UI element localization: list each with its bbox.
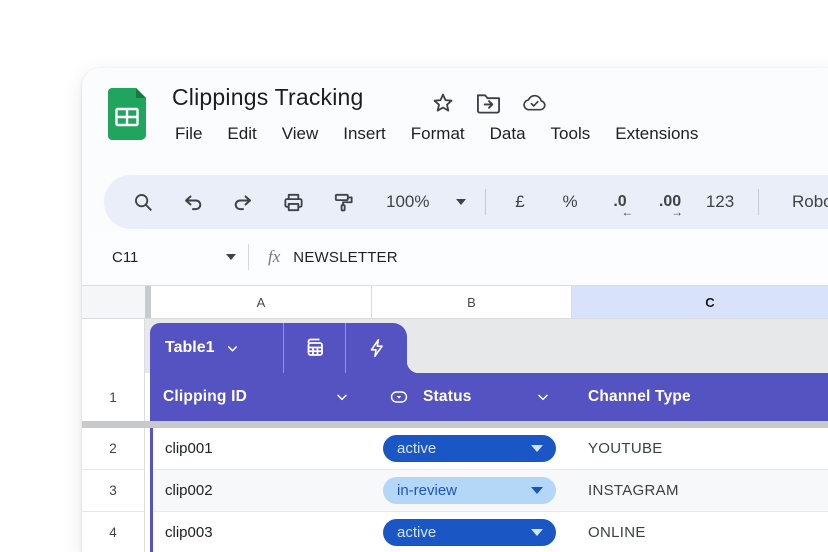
table-tab: Table1	[150, 323, 407, 373]
cell-status: active	[372, 428, 572, 470]
currency-format-button[interactable]: £	[495, 182, 545, 222]
menu-data[interactable]: Data	[490, 121, 526, 147]
table-views-icon	[302, 335, 328, 361]
google-sheets-logo[interactable]	[108, 88, 146, 140]
increase-decimal-button[interactable]: .00→	[645, 182, 695, 222]
header-status[interactable]: Status	[423, 373, 472, 421]
undo-icon[interactable]	[168, 182, 218, 222]
row-number-4[interactable]: 4	[82, 512, 145, 552]
chevron-down-icon	[456, 199, 466, 205]
cell-clipping-id[interactable]: clip001	[153, 428, 372, 470]
chevron-down-icon	[226, 254, 236, 260]
select-all-corner[interactable]	[82, 286, 145, 318]
zoom-control[interactable]: 100%	[380, 192, 472, 212]
table-row: 2 clip001 active YOUTUBE	[82, 428, 828, 470]
row-number-1[interactable]: 1	[82, 373, 145, 421]
status-dropdown-chip[interactable]: active	[383, 435, 556, 462]
formula-bar-divider	[248, 244, 249, 270]
row-gutter-cell	[82, 319, 145, 373]
toolbar-divider	[485, 189, 486, 215]
menu-view[interactable]: View	[282, 121, 319, 147]
arrow-right-icon: →	[671, 205, 683, 219]
quick-actions-button[interactable]	[346, 323, 407, 373]
document-title[interactable]: Clippings Tracking	[172, 84, 364, 111]
header-channel-type[interactable]: Channel Type	[588, 373, 691, 421]
status-dropdown-chip[interactable]: active	[383, 519, 556, 546]
chevron-down-icon	[531, 487, 543, 494]
cell-clipping-id[interactable]: clip003	[153, 512, 372, 552]
move-to-folder-icon[interactable]	[476, 90, 501, 115]
table-views-button[interactable]	[284, 323, 345, 373]
cell-status: in-review	[372, 470, 572, 512]
row-number-2[interactable]: 2	[82, 428, 145, 470]
chevron-down-icon	[531, 529, 543, 536]
spreadsheet-grid: A B C Table1	[82, 285, 828, 552]
formula-input[interactable]: NEWSLETTER	[293, 249, 398, 266]
active-cell-reference: C11	[112, 249, 138, 266]
cloud-saved-icon[interactable]	[522, 90, 547, 115]
search-icon[interactable]	[118, 182, 168, 222]
cell-channel-type[interactable]: INSTAGRAM	[572, 470, 828, 512]
menu-extensions[interactable]: Extensions	[615, 121, 698, 147]
menu-tools[interactable]: Tools	[551, 121, 591, 147]
column-header-b[interactable]: B	[372, 286, 572, 318]
arrow-left-icon: ←	[621, 205, 633, 219]
number-format-button[interactable]: 123	[695, 182, 745, 222]
row-number-3[interactable]: 3	[82, 470, 145, 512]
font-selector[interactable]: Robo	[792, 192, 828, 212]
menu-file[interactable]: File	[175, 121, 202, 147]
menu-insert[interactable]: Insert	[343, 121, 386, 147]
menu-edit[interactable]: Edit	[227, 121, 256, 147]
decrease-decimal-button[interactable]: .0←	[595, 182, 645, 222]
print-icon[interactable]	[268, 182, 318, 222]
table-row: 3 clip002 in-review INSTAGRAM	[82, 470, 828, 512]
cell-channel-type[interactable]: ONLINE	[572, 512, 828, 552]
fx-icon: fx	[268, 247, 280, 267]
cell-status: active	[372, 512, 572, 552]
table-row: 4 clip003 active ONLINE	[82, 512, 828, 552]
chevron-down-icon	[225, 341, 240, 356]
toolbar: 100% £ % .0← .00→ 123 Robo	[104, 175, 828, 229]
table-name-menu[interactable]: Table1	[150, 339, 283, 357]
frozen-row-divider[interactable]	[82, 421, 828, 428]
table-tab-row: Table1	[82, 319, 828, 373]
table-header-row: 1 Clipping ID Status Channel Type	[82, 373, 828, 421]
column-header-c-selected[interactable]: C	[572, 286, 828, 318]
redo-icon[interactable]	[218, 182, 268, 222]
header-clipping-id[interactable]: Clipping ID	[163, 373, 247, 421]
column-a-dropdown-icon[interactable]	[334, 389, 350, 405]
percent-format-button[interactable]: %	[545, 182, 595, 222]
lightning-bolt-icon	[366, 336, 388, 360]
zoom-value: 100%	[386, 192, 429, 212]
table-name: Table1	[165, 339, 215, 357]
toolbar-divider	[758, 189, 759, 215]
formula-bar: C11 fx NEWSLETTER	[82, 232, 828, 282]
chevron-down-icon	[531, 445, 543, 452]
cell-name-box[interactable]: C11	[112, 249, 236, 266]
dropdown-chip-icon	[388, 387, 410, 407]
cell-clipping-id[interactable]: clip002	[153, 470, 372, 512]
star-icon[interactable]	[430, 90, 455, 115]
sheets-window: Clippings Tracking File Edit View Insert…	[82, 68, 828, 552]
table-header-bar: Clipping ID Status Channel Type	[150, 373, 828, 421]
paint-format-icon[interactable]	[318, 182, 368, 222]
column-header-a[interactable]: A	[151, 286, 372, 318]
menu-bar: File Edit View Insert Format Data Tools …	[175, 121, 698, 147]
column-header-row: A B C	[82, 286, 828, 319]
status-dropdown-chip[interactable]: in-review	[383, 477, 556, 504]
cell-channel-type[interactable]: YOUTUBE	[572, 428, 828, 470]
column-b-dropdown-icon[interactable]	[535, 389, 551, 405]
screenshot-stage: Clippings Tracking File Edit View Insert…	[0, 0, 828, 552]
menu-format[interactable]: Format	[411, 121, 465, 147]
